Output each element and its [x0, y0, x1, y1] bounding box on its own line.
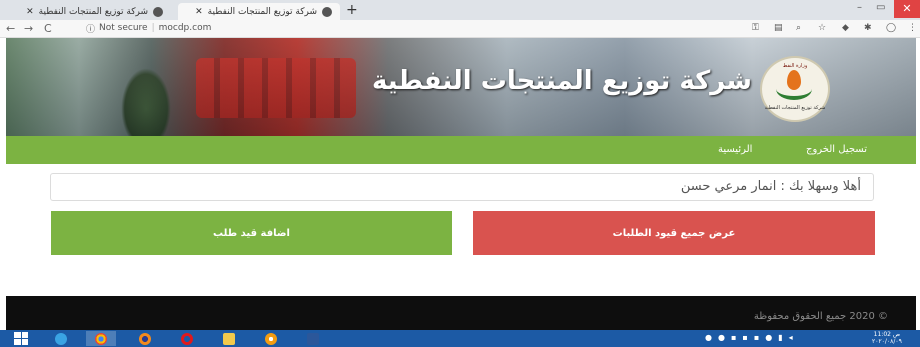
- zoom-icon[interactable]: ⌕: [796, 23, 801, 33]
- tray-icon[interactable]: ▪: [754, 333, 759, 342]
- add-request-button[interactable]: اضافة قيد طلب: [51, 211, 452, 255]
- browser-tab-bar: شركة توزيع المنتجات النفطية ✕ شركة توزيع…: [0, 0, 920, 20]
- browser-tab[interactable]: شركة توزيع المنتجات النفطية ✕: [6, 3, 171, 20]
- view-all-requests-button[interactable]: عرض جميع قيود الطلبات: [473, 211, 875, 255]
- network-icon[interactable]: ▮: [778, 333, 782, 342]
- tray-icon[interactable]: ▪: [742, 333, 747, 342]
- ie-icon[interactable]: [46, 331, 76, 346]
- browser-tab-active[interactable]: شركة توزيع المنتجات النفطية ✕: [178, 3, 340, 20]
- translate-icon[interactable]: ▤: [774, 23, 783, 33]
- firefox-icon[interactable]: [130, 331, 160, 346]
- site-banner: شركة توزيع المنتجات النفطية وزارة النفط …: [6, 38, 916, 136]
- window-close-button[interactable]: ✕: [894, 0, 920, 18]
- site-footer: © 2020 جميع الحقوق محفوظة: [6, 296, 916, 330]
- url-text: mocdp.com: [158, 23, 212, 33]
- file-explorer-icon[interactable]: [214, 331, 244, 346]
- banner-title: شركة توزيع المنتجات النفطية: [371, 66, 752, 96]
- main-nav: تسجيل الخروج الرئيسية: [6, 136, 916, 164]
- minimize-icon[interactable]: –: [857, 2, 862, 13]
- tray-icon[interactable]: ●: [718, 333, 725, 342]
- maximize-icon[interactable]: ▭: [876, 2, 885, 13]
- taskbar-clock[interactable]: 11:02 ص ٢٠٢٠/٠٨/٠٩: [872, 331, 902, 345]
- nav-logout-link[interactable]: تسجيل الخروج: [806, 144, 867, 155]
- key-icon[interactable]: ⚿: [752, 23, 759, 33]
- menu-icon[interactable]: ⋮: [908, 23, 917, 33]
- close-tab-icon[interactable]: ✕: [195, 7, 203, 17]
- logo-ring-icon: [776, 78, 812, 100]
- welcome-panel: أهلا وسهلا بك : انمار مرعي حسن: [50, 173, 874, 201]
- os-taskbar: ● ● ▪ ▪ ▪ ● ▮ ◂ 11:02 ص ٢٠٢٠/٠٨/٠٩: [0, 330, 920, 347]
- tab-title: شركة توزيع المنتجات النفطية: [38, 6, 148, 17]
- tray-icon[interactable]: ▪: [731, 333, 736, 342]
- windows-start-icon[interactable]: [14, 332, 28, 345]
- separator: |: [151, 23, 155, 33]
- close-tab-icon[interactable]: ✕: [26, 7, 34, 17]
- logo-company-text: شركة توزيع المنتجات النفطية: [764, 105, 826, 111]
- address-bar: ← → C ⓘ Not secure | mocdp.com ⚿ ▤ ⌕ ☆ ◆…: [0, 20, 920, 38]
- clock-time: 11:02 ص: [873, 331, 901, 338]
- reload-button[interactable]: C: [44, 22, 52, 35]
- clock-date: ٢٠٢٠/٠٨/٠٩: [872, 338, 902, 345]
- back-button[interactable]: ←: [6, 22, 15, 35]
- new-tab-button[interactable]: +: [346, 2, 358, 18]
- volume-icon[interactable]: ◂: [789, 333, 793, 342]
- company-logo: وزارة النفط شركة توزيع المنتجات النفطية: [760, 56, 830, 122]
- chrome-icon[interactable]: [86, 331, 116, 346]
- site-favicon-icon: [153, 6, 163, 17]
- logo-ministry-text: وزارة النفط: [782, 63, 808, 69]
- tray-icon[interactable]: ●: [705, 333, 712, 342]
- media-icon[interactable]: [256, 331, 286, 346]
- extension-icon[interactable]: ✱: [864, 23, 872, 33]
- footer-copyright: © 2020 جميع الحقوق محفوظة: [753, 311, 888, 322]
- welcome-text: أهلا وسهلا بك : انمار مرعي حسن: [680, 179, 861, 194]
- forward-button[interactable]: →: [24, 22, 33, 35]
- url-field[interactable]: ⓘ Not secure | mocdp.com: [86, 21, 211, 35]
- bookmark-star-icon[interactable]: ☆: [818, 23, 826, 33]
- site-favicon-icon: [322, 6, 332, 17]
- profile-icon[interactable]: ◯: [886, 23, 896, 33]
- system-tray: ● ● ▪ ▪ ▪ ● ▮ ◂: [705, 333, 793, 342]
- tray-icon[interactable]: ●: [765, 333, 772, 342]
- tab-title: شركة توزيع المنتجات النفطية: [207, 6, 317, 17]
- word-icon[interactable]: [298, 331, 328, 346]
- info-icon[interactable]: ⓘ: [86, 22, 95, 35]
- extension-icon[interactable]: ◆: [842, 23, 849, 33]
- opera-icon[interactable]: [172, 331, 202, 346]
- security-label: Not secure: [99, 23, 148, 33]
- nav-home-link[interactable]: الرئيسية: [718, 144, 752, 155]
